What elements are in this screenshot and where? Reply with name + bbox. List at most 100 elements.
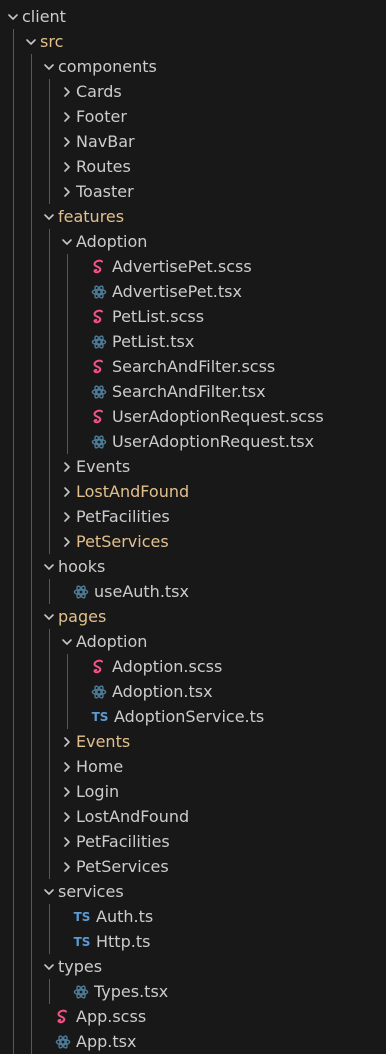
file-item-app-tsx[interactable]: App.tsx xyxy=(0,1029,386,1054)
folder-item-components[interactable]: components xyxy=(0,54,386,79)
chevron-down-icon[interactable] xyxy=(22,29,40,54)
chevron-right-icon[interactable] xyxy=(58,504,76,529)
folder-item-types[interactable]: types xyxy=(0,954,386,979)
folder-label: PetServices xyxy=(76,532,169,551)
chevron-down-icon[interactable] xyxy=(40,604,58,629)
folder-item-home[interactable]: Home xyxy=(0,754,386,779)
sass-file-icon xyxy=(90,654,108,679)
react-file-icon xyxy=(72,579,90,604)
chevron-right-icon[interactable] xyxy=(58,804,76,829)
folder-item-petservices[interactable]: PetServices xyxy=(0,529,386,554)
folder-item-events[interactable]: Events xyxy=(0,729,386,754)
file-item-petlist-tsx[interactable]: PetList.tsx xyxy=(0,329,386,354)
folder-item-features[interactable]: features xyxy=(0,204,386,229)
typescript-file-icon: TS xyxy=(73,909,91,924)
file-item-advertisepet-scss[interactable]: AdvertisePet.scss xyxy=(0,254,386,279)
folder-item-pages[interactable]: pages xyxy=(0,604,386,629)
folder-item-lostandfound[interactable]: LostAndFound xyxy=(0,479,386,504)
file-item-http-ts[interactable]: TS Http.ts xyxy=(0,929,386,954)
file-label: PetList.scss xyxy=(112,307,205,326)
folder-item-petfacilities[interactable]: PetFacilities xyxy=(0,829,386,854)
folder-label: PetFacilities xyxy=(76,507,170,526)
typescript-file-icon: TS xyxy=(73,934,91,949)
file-item-useradoptionrequest-tsx[interactable]: UserAdoptionRequest.tsx xyxy=(0,429,386,454)
file-item-adoptionservice-ts[interactable]: TS AdoptionService.ts xyxy=(0,704,386,729)
folder-item-petfacilities[interactable]: PetFacilities xyxy=(0,504,386,529)
chevron-right-icon[interactable] xyxy=(58,129,76,154)
chevron-right-icon[interactable] xyxy=(58,79,76,104)
file-item-useauth-tsx[interactable]: useAuth.tsx xyxy=(0,579,386,604)
folder-item-services[interactable]: services xyxy=(0,879,386,904)
folder-label: hooks xyxy=(58,557,106,576)
react-file-icon xyxy=(90,429,108,454)
file-item-petlist-scss[interactable]: PetList.scss xyxy=(0,304,386,329)
folder-label: Toaster xyxy=(76,182,134,201)
chevron-down-icon[interactable] xyxy=(40,54,58,79)
folder-item-events[interactable]: Events xyxy=(0,454,386,479)
file-item-advertisepet-tsx[interactable]: AdvertisePet.tsx xyxy=(0,279,386,304)
chevron-right-icon[interactable] xyxy=(58,829,76,854)
folder-item-navbar[interactable]: NavBar xyxy=(0,129,386,154)
file-label: AdoptionService.ts xyxy=(114,707,265,726)
folder-item-adoption[interactable]: Adoption xyxy=(0,629,386,654)
file-label: Types.tsx xyxy=(94,982,169,1001)
folder-item-lostandfound[interactable]: LostAndFound xyxy=(0,804,386,829)
file-label: SearchAndFilter.scss xyxy=(112,357,276,376)
file-item-searchandfilter-scss[interactable]: SearchAndFilter.scss xyxy=(0,354,386,379)
chevron-down-icon[interactable] xyxy=(40,554,58,579)
file-label: Http.ts xyxy=(96,932,151,951)
chevron-down-icon[interactable] xyxy=(58,629,76,654)
folder-item-client[interactable]: client xyxy=(0,4,386,29)
chevron-down-icon[interactable] xyxy=(40,879,58,904)
sass-file-icon xyxy=(90,404,108,429)
chevron-right-icon[interactable] xyxy=(58,104,76,129)
file-item-searchandfilter-tsx[interactable]: SearchAndFilter.tsx xyxy=(0,379,386,404)
chevron-down-icon[interactable] xyxy=(58,229,76,254)
folder-item-routes[interactable]: Routes xyxy=(0,154,386,179)
folder-label: services xyxy=(58,882,124,901)
folder-item-hooks[interactable]: hooks xyxy=(0,554,386,579)
file-item-useradoptionrequest-scss[interactable]: UserAdoptionRequest.scss xyxy=(0,404,386,429)
file-item-adoption-scss[interactable]: Adoption.scss xyxy=(0,654,386,679)
chevron-right-icon[interactable] xyxy=(58,179,76,204)
sass-file-icon xyxy=(90,254,108,279)
react-file-icon xyxy=(90,279,108,304)
folder-label: src xyxy=(40,32,64,51)
file-label: useAuth.tsx xyxy=(94,582,189,601)
react-file-icon xyxy=(90,329,108,354)
react-file-icon xyxy=(90,379,108,404)
react-file-icon xyxy=(72,979,90,1004)
file-label: Adoption.scss xyxy=(112,657,223,676)
chevron-down-icon[interactable] xyxy=(40,204,58,229)
chevron-right-icon[interactable] xyxy=(58,529,76,554)
chevron-down-icon[interactable] xyxy=(40,954,58,979)
chevron-right-icon[interactable] xyxy=(58,479,76,504)
folder-item-toaster[interactable]: Toaster xyxy=(0,179,386,204)
file-item-app-scss[interactable]: App.scss xyxy=(0,1004,386,1029)
sass-file-icon xyxy=(90,304,108,329)
chevron-right-icon[interactable] xyxy=(58,854,76,879)
folder-label: Cards xyxy=(76,82,122,101)
chevron-right-icon[interactable] xyxy=(58,729,76,754)
folder-item-src[interactable]: src xyxy=(0,29,386,54)
file-label: SearchAndFilter.tsx xyxy=(112,382,266,401)
react-file-icon xyxy=(54,1029,72,1054)
chevron-right-icon[interactable] xyxy=(58,779,76,804)
folder-item-login[interactable]: Login xyxy=(0,779,386,804)
file-item-types-tsx[interactable]: Types.tsx xyxy=(0,979,386,1004)
chevron-right-icon[interactable] xyxy=(58,754,76,779)
file-label: Auth.ts xyxy=(96,907,154,926)
folder-item-petservices[interactable]: PetServices xyxy=(0,854,386,879)
chevron-right-icon[interactable] xyxy=(58,454,76,479)
chevron-down-icon[interactable] xyxy=(4,4,22,29)
folder-item-adoption[interactable]: Adoption xyxy=(0,229,386,254)
folder-label: components xyxy=(58,57,157,76)
folder-item-footer[interactable]: Footer xyxy=(0,104,386,129)
folder-item-cards[interactable]: Cards xyxy=(0,79,386,104)
folder-label: NavBar xyxy=(76,132,135,151)
file-item-auth-ts[interactable]: TS Auth.ts xyxy=(0,904,386,929)
folder-label: Events xyxy=(76,732,131,751)
chevron-right-icon[interactable] xyxy=(58,154,76,179)
file-item-adoption-tsx[interactable]: Adoption.tsx xyxy=(0,679,386,704)
file-label: UserAdoptionRequest.tsx xyxy=(112,432,315,451)
